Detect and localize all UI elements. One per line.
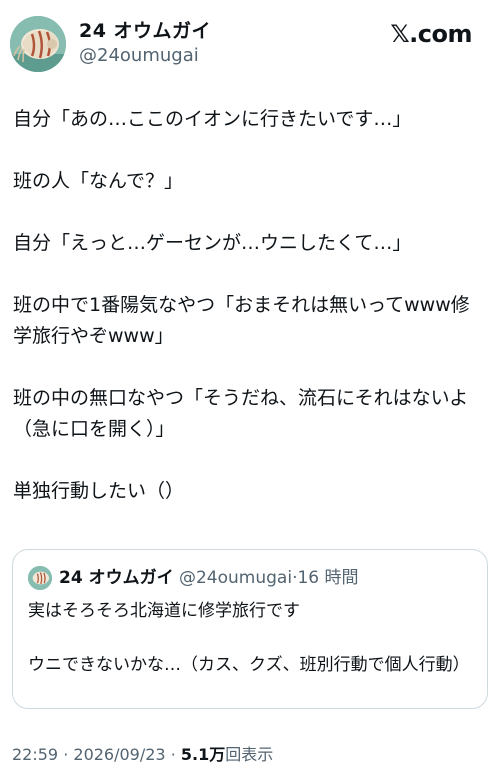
author-name-block[interactable]: 24 オウムガイ @24oumugai xyxy=(79,20,211,67)
quoted-author-avatar xyxy=(28,566,52,590)
quoted-tweet[interactable]: 24 オウムガイ @24oumugai·16 時間 実はそろそろ北海道に修学旅行… xyxy=(12,549,488,709)
quoted-meta: 24 オウムガイ @24oumugai·16 時間 xyxy=(59,567,359,589)
quoted-display-name: 24 オウムガイ xyxy=(59,568,174,588)
tweet-footer: 22:59 · 2026/09/23 · 5.1万回表示 xyxy=(12,741,273,765)
quoted-time: 16 時間 xyxy=(297,568,359,588)
footer-separator: · xyxy=(170,745,176,764)
author-handle[interactable]: @24oumugai xyxy=(79,45,211,67)
nautilus-avatar-icon xyxy=(28,566,52,590)
author-display-name[interactable]: 24 オウムガイ xyxy=(79,20,211,42)
x-logo[interactable]: 𝕏.com xyxy=(390,20,472,48)
tweet-header: 24 オウムガイ @24oumugai 𝕏.com xyxy=(10,14,490,74)
author-avatar[interactable] xyxy=(10,16,66,72)
quoted-text: 実はそろそろ北海道に修学旅行です ウニできないかな…（カス、クズ、班別行動で個人… xyxy=(28,601,470,675)
tweet-time[interactable]: 22:59 xyxy=(12,745,58,764)
tweet-date[interactable]: 2026/09/23 xyxy=(73,745,165,764)
nautilus-avatar-icon xyxy=(10,16,66,72)
quoted-handle: @24oumugai xyxy=(178,568,293,588)
tweet-text: 自分「あの…ここのイオンに行きたいです…」 班の人「なんで？」 自分「えっと…ゲ… xyxy=(13,108,470,502)
views-label: 回表示 xyxy=(225,745,274,764)
footer-separator: · xyxy=(63,745,69,764)
views-count: 5.1万 xyxy=(180,745,226,764)
